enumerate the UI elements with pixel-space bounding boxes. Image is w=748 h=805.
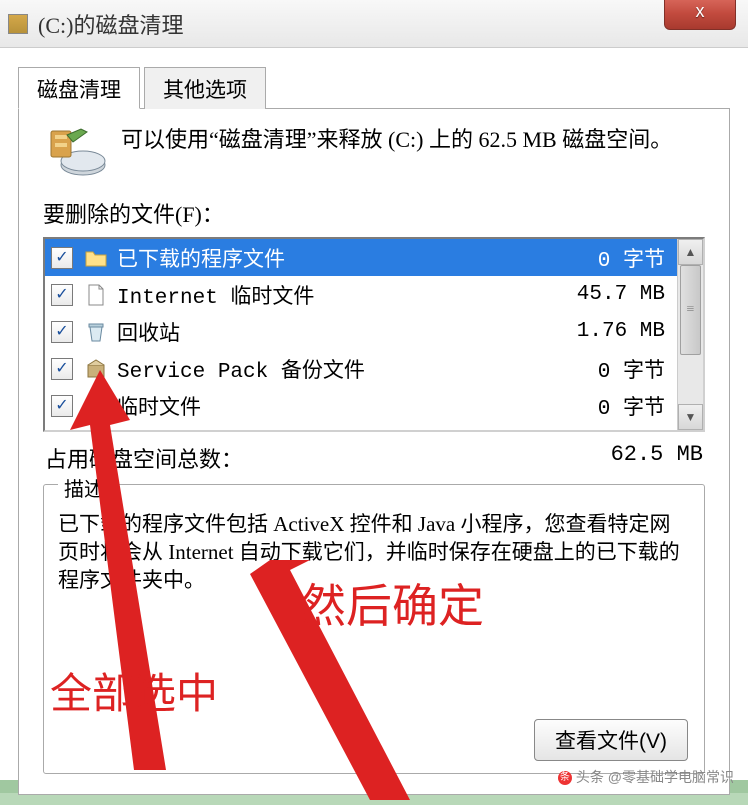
list-item-size: 0 字节 xyxy=(531,391,671,421)
list-item-label: 临时文件 xyxy=(117,391,531,421)
tab-disk-cleanup[interactable]: 磁盘清理 xyxy=(18,67,140,109)
window-title: (C:)的磁盘清理 xyxy=(38,8,183,40)
package-icon xyxy=(83,356,109,382)
watermark-text: 头条 @零基础学电脑常识 xyxy=(576,769,734,785)
checkbox[interactable]: ✓ xyxy=(51,358,73,380)
list-item-size: 0 字节 xyxy=(531,354,671,384)
list-item-temp-files[interactable]: ✓ 临时文件 0 字节 xyxy=(45,387,677,424)
tab-strip: 磁盘清理 其他选项 xyxy=(18,66,730,109)
total-disk-space-row: 占用磁盘空间总数： 62.5 MB xyxy=(45,442,703,474)
files-to-delete-label: 要删除的文件(F)： xyxy=(43,197,705,229)
view-files-button[interactable]: 查看文件(V) xyxy=(534,719,688,761)
scroll-down-button[interactable]: ▼ xyxy=(678,404,703,430)
list-item-label: Service Pack 备份文件 xyxy=(117,354,531,384)
list-item-size: 0 字节 xyxy=(531,243,671,273)
file-icon xyxy=(83,282,109,308)
checkbox[interactable]: ✓ xyxy=(51,321,73,343)
titlebar: (C:)的磁盘清理 x xyxy=(0,0,748,48)
watermark: 条头条 @零基础学电脑常识 xyxy=(558,767,734,787)
checkbox[interactable]: ✓ xyxy=(51,395,73,417)
list-item-downloaded-programs[interactable]: ✓ 已下载的程序文件 0 字节 xyxy=(45,239,677,276)
close-button[interactable]: x xyxy=(664,0,736,30)
list-item-size: 45.7 MB xyxy=(531,283,671,306)
description-legend: 描述 xyxy=(58,473,110,502)
scroll-thumb[interactable] xyxy=(680,265,701,355)
total-value: 62.5 MB xyxy=(611,442,703,474)
dialog-window: (C:)的磁盘清理 x 磁盘清理 其他选项 可以使用“ xyxy=(0,0,748,780)
list-item-label: 已下载的程序文件 xyxy=(117,243,531,273)
disk-cleanup-icon xyxy=(8,14,28,34)
dialog-content: 磁盘清理 其他选项 可以使用“磁盘清理”来释放 (C:) 上的 62.5 MB … xyxy=(0,48,748,805)
list-item-label: Internet 临时文件 xyxy=(117,280,531,310)
disk-cleanup-large-icon xyxy=(43,125,107,179)
files-listbox-inner: ✓ 已下载的程序文件 0 字节 ✓ Internet 临时文件 45. xyxy=(45,239,677,430)
list-item-label: 回收站 xyxy=(117,317,531,347)
folder-icon xyxy=(83,393,109,419)
watermark-icon: 条 xyxy=(558,771,572,785)
tab-panel-cleanup: 可以使用“磁盘清理”来释放 (C:) 上的 62.5 MB 磁盘空间。 要删除的… xyxy=(18,109,730,795)
list-item-service-pack[interactable]: ✓ Service Pack 备份文件 0 字节 xyxy=(45,350,677,387)
list-item-internet-temp[interactable]: ✓ Internet 临时文件 45.7 MB xyxy=(45,276,677,313)
listbox-scrollbar[interactable]: ▲ ▼ xyxy=(677,239,703,430)
description-groupbox: 描述 已下载的程序文件包括 ActiveX 控件和 Java 小程序，您查看特定… xyxy=(43,484,705,774)
intro-text: 可以使用“磁盘清理”来释放 (C:) 上的 62.5 MB 磁盘空间。 xyxy=(121,125,672,155)
tab-more-options[interactable]: 其他选项 xyxy=(144,67,266,109)
description-text: 已下载的程序文件包括 ActiveX 控件和 Java 小程序，您查看特定网页时… xyxy=(58,510,690,594)
folder-icon xyxy=(83,245,109,271)
list-item-recycle-bin[interactable]: ✓ 回收站 1.76 MB xyxy=(45,313,677,350)
intro-row: 可以使用“磁盘清理”来释放 (C:) 上的 62.5 MB 磁盘空间。 xyxy=(43,125,705,179)
checkbox[interactable]: ✓ xyxy=(51,247,73,269)
scroll-up-button[interactable]: ▲ xyxy=(678,239,703,265)
recycle-bin-icon xyxy=(83,319,109,345)
checkbox[interactable]: ✓ xyxy=(51,284,73,306)
list-item-size: 1.76 MB xyxy=(531,320,671,343)
total-label: 占用磁盘空间总数： xyxy=(45,442,243,474)
files-listbox[interactable]: ✓ 已下载的程序文件 0 字节 ✓ Internet 临时文件 45. xyxy=(43,237,705,432)
